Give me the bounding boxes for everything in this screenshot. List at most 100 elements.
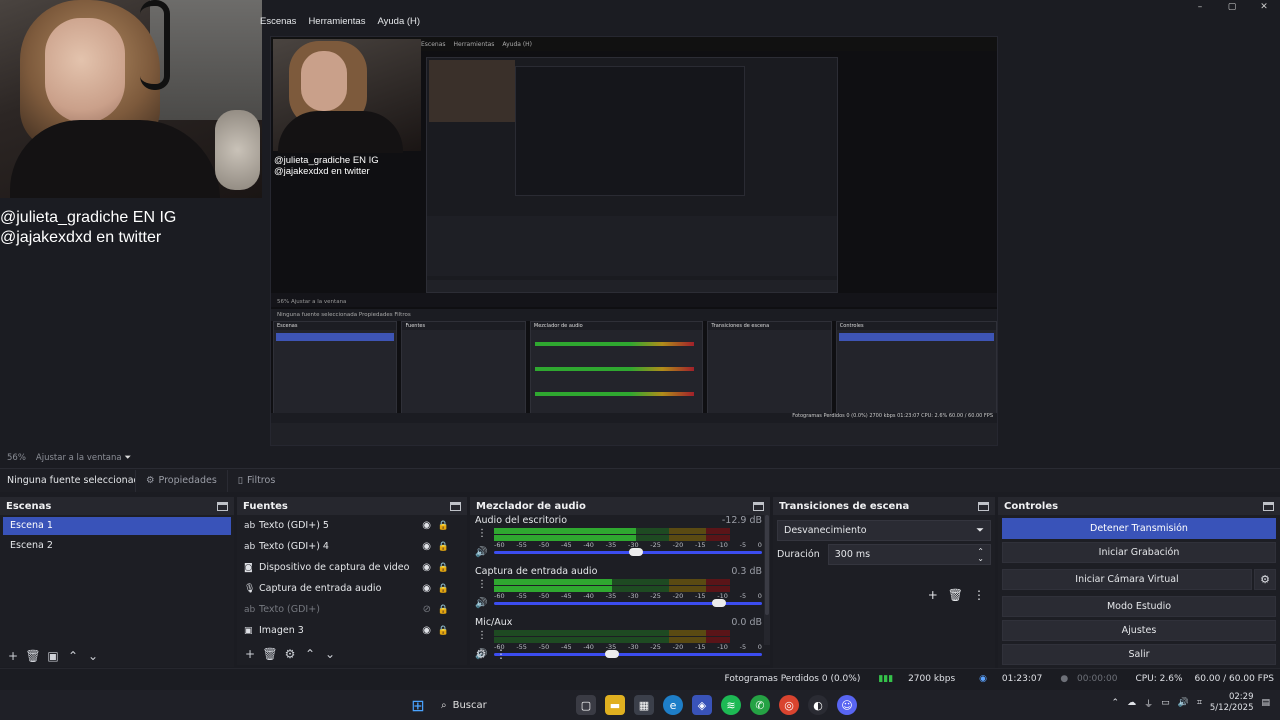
chevron-up-icon[interactable]: ⌃ bbox=[1112, 698, 1120, 708]
more-options-icon[interactable]: ⋮ bbox=[973, 588, 985, 602]
settings-button[interactable]: Ajustes bbox=[1002, 620, 1276, 641]
eye-hidden-icon[interactable]: ⊘ bbox=[423, 604, 431, 615]
menu-ayuda[interactable]: Ayuda (H) bbox=[377, 16, 420, 32]
usb-icon[interactable]: ⏚ bbox=[1144, 697, 1153, 710]
clock-date: 5/12/2025 bbox=[1209, 703, 1254, 713]
filter-icon[interactable]: ▣ bbox=[45, 648, 61, 664]
start-virtual-cam-button[interactable]: Iniciar Cámara Virtual bbox=[1002, 569, 1252, 590]
start-recording-button[interactable]: Iniciar Grabación bbox=[1002, 542, 1276, 563]
eye-icon[interactable]: ◉ bbox=[422, 520, 431, 531]
duration-input[interactable]: 300 ms ⌃ ⌄ bbox=[827, 544, 991, 565]
eye-icon[interactable]: ◉ bbox=[422, 541, 431, 552]
trash-icon[interactable]: 🗑 bbox=[948, 588, 963, 602]
speaker-icon[interactable]: 🔊 bbox=[475, 547, 487, 558]
chrome-icon[interactable]: ◎ bbox=[779, 695, 799, 715]
arrow-up-icon[interactable]: ⌃ bbox=[65, 648, 81, 664]
cloud-icon[interactable]: ☁ bbox=[1127, 698, 1136, 708]
undock-icon[interactable] bbox=[978, 501, 989, 511]
taskbar-search[interactable]: ⌕ Buscar bbox=[437, 694, 567, 716]
obs-icon[interactable]: ◐ bbox=[808, 695, 828, 715]
source-item[interactable]: ab Texto (GDI+) ⊘ 🔒 bbox=[237, 599, 467, 620]
more-options-icon[interactable]: ⋮ bbox=[477, 579, 487, 590]
minimize-button[interactable]: – bbox=[1184, 0, 1216, 14]
mixer-settings-icon[interactable]: ⚙ bbox=[473, 646, 489, 662]
source-item[interactable]: 🎙 Captura de entrada audio ◉ 🔒 bbox=[237, 578, 467, 599]
source-item[interactable]: ▣ Imagen 3 ◉ 🔒 bbox=[237, 620, 467, 641]
scene-item[interactable]: Escena 1 bbox=[3, 517, 231, 535]
undock-icon[interactable] bbox=[450, 501, 461, 511]
scene-item[interactable]: Escena 2 bbox=[3, 537, 231, 555]
display-icon[interactable]: ▭ bbox=[1161, 698, 1170, 708]
channel-db: 0.3 dB bbox=[731, 566, 762, 577]
volume-slider[interactable] bbox=[494, 548, 762, 556]
maximize-button[interactable]: ▢ bbox=[1216, 0, 1248, 14]
notification-icon[interactable]: ▤ bbox=[1261, 698, 1270, 708]
task-view-icon[interactable]: ▢ bbox=[576, 695, 596, 715]
speaker-icon[interactable]: 🔊 bbox=[475, 598, 487, 609]
app-icon[interactable]: ◈ bbox=[692, 695, 712, 715]
spinner-icon[interactable]: ⌃ ⌄ bbox=[977, 547, 984, 562]
more-options-icon[interactable]: ⋮ bbox=[493, 646, 509, 662]
more-options-icon[interactable]: ⋮ bbox=[477, 630, 487, 641]
gear-icon[interactable]: ⚙ bbox=[282, 646, 298, 662]
volume-slider[interactable] bbox=[494, 650, 762, 658]
lock-icon[interactable]: 🔒 bbox=[438, 605, 449, 615]
trash-icon[interactable]: 🗑 bbox=[262, 646, 278, 662]
menu-herramientas[interactable]: Herramientas bbox=[308, 16, 365, 32]
eye-icon[interactable]: ◉ bbox=[422, 562, 431, 573]
volume-knob[interactable] bbox=[605, 650, 619, 658]
tick-label: -35 bbox=[605, 592, 617, 600]
clock[interactable]: 02:29 5/12/2025 bbox=[1210, 692, 1254, 714]
lock-icon[interactable]: 🔒 bbox=[438, 626, 449, 636]
lock-icon[interactable]: 🔒 bbox=[438, 563, 449, 573]
arrow-down-icon[interactable]: ⌄ bbox=[322, 646, 338, 662]
spotify-icon[interactable]: ≋ bbox=[721, 695, 741, 715]
lock-icon[interactable]: 🔒 bbox=[438, 542, 449, 552]
volume-icon[interactable]: 🔊 bbox=[1178, 698, 1189, 708]
meter-ticks: -60 -55 -50 -45 -40 -35 -30 -25 -20 -15 -10 -5 0 bbox=[494, 541, 762, 549]
source-item[interactable]: ◙ Dispositivo de captura de video ◉ 🔒 bbox=[237, 557, 467, 578]
add-icon[interactable]: + bbox=[5, 648, 21, 664]
network-icon[interactable]: ⌗ bbox=[1197, 698, 1202, 708]
transition-select[interactable]: Desvanecimiento ⏷ bbox=[777, 520, 991, 541]
more-options-icon[interactable]: ⋮ bbox=[477, 528, 487, 539]
close-button[interactable]: ✕ bbox=[1248, 0, 1280, 14]
trash-icon[interactable]: 🗑 bbox=[25, 648, 41, 664]
file-explorer-icon[interactable]: ▬ bbox=[605, 695, 625, 715]
preview-dock: Controles bbox=[835, 321, 997, 415]
undock-icon[interactable] bbox=[1263, 501, 1274, 511]
fit-to-window-dropdown[interactable]: Ajustar a la ventana ⏷ bbox=[36, 453, 131, 463]
properties-button[interactable]: ⚙ Propiedades bbox=[135, 469, 227, 492]
arrow-down-icon[interactable]: ⌄ bbox=[85, 648, 101, 664]
menu-escenas[interactable]: Escenas bbox=[260, 16, 296, 32]
meter-zone bbox=[668, 630, 707, 636]
store-icon[interactable]: ▦ bbox=[634, 695, 654, 715]
meter-level bbox=[494, 579, 612, 585]
volume-knob[interactable] bbox=[629, 548, 644, 556]
windows-start-icon[interactable]: ⊞ bbox=[408, 695, 428, 715]
undock-icon[interactable] bbox=[753, 501, 764, 511]
undock-icon[interactable] bbox=[217, 501, 228, 511]
filters-button[interactable]: ▯ Filtros bbox=[226, 469, 285, 492]
lock-icon[interactable]: 🔒 bbox=[438, 584, 449, 594]
stop-stream-button[interactable]: Detener Transmisión bbox=[1002, 518, 1276, 539]
discord-icon[interactable]: ☺ bbox=[837, 695, 857, 715]
eye-icon[interactable]: ◉ bbox=[422, 625, 431, 636]
lock-icon[interactable]: 🔒 bbox=[438, 521, 449, 531]
source-item[interactable]: ab Texto (GDI+) 4 ◉ 🔒 bbox=[237, 536, 467, 557]
webcam-feed bbox=[0, 0, 262, 198]
add-icon[interactable]: + bbox=[242, 646, 258, 662]
program-preview[interactable]: Escenas Herramientas Ayuda (H) @julieta_… bbox=[270, 36, 998, 446]
source-item[interactable]: ab Texto (GDI+) 5 ◉ 🔒 bbox=[237, 515, 467, 536]
eye-icon[interactable]: ◉ bbox=[422, 583, 431, 594]
whatsapp-icon[interactable]: ✆ bbox=[750, 695, 770, 715]
volume-knob[interactable] bbox=[711, 599, 726, 607]
arrow-up-icon[interactable]: ⌃ bbox=[302, 646, 318, 662]
gear-icon[interactable]: ⚙ bbox=[1254, 569, 1276, 590]
studio-mode-button[interactable]: Modo Estudio bbox=[1002, 596, 1276, 617]
edge-icon[interactable]: e bbox=[663, 695, 683, 715]
exit-button[interactable]: Salir bbox=[1002, 644, 1276, 665]
add-icon[interactable]: + bbox=[928, 588, 938, 602]
preview-nested-capture bbox=[426, 57, 838, 293]
volume-slider[interactable] bbox=[494, 599, 762, 607]
